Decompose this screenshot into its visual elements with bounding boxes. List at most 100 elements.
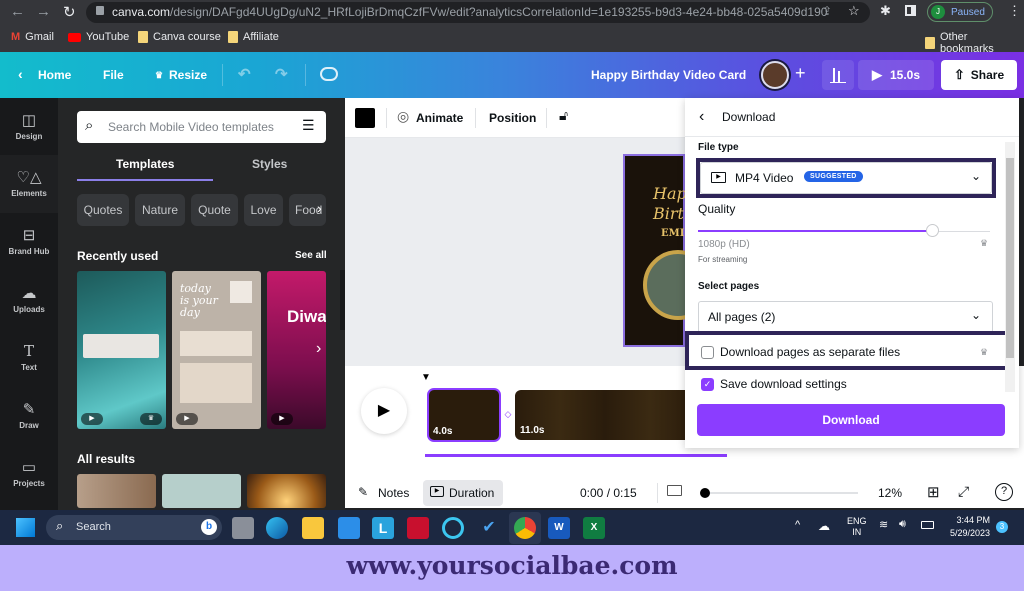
color-swatch[interactable] — [355, 108, 375, 128]
chip-quotes[interactable]: Quotes — [77, 194, 129, 226]
battery-icon[interactable] — [921, 521, 934, 529]
notification-badge[interactable]: 3 — [996, 521, 1008, 533]
scrollbar-track[interactable] — [1005, 142, 1015, 392]
chrome-icon[interactable] — [514, 517, 536, 539]
design-page[interactable]: Hap Birth EMI — [623, 154, 713, 347]
share-page-icon[interactable]: ⇪ — [822, 4, 832, 18]
rail-text[interactable]: T Text — [0, 342, 58, 372]
security-key-icon[interactable]: ✔ — [478, 517, 500, 539]
fullscreen-icon[interactable]: ⤢ — [958, 483, 969, 500]
onedrive-icon[interactable]: ☁ — [818, 519, 830, 533]
bookmark-affiliate[interactable]: Affiliate — [228, 31, 279, 43]
file-menu[interactable]: File — [103, 68, 124, 82]
task-view-icon[interactable] — [232, 517, 254, 539]
insights-button[interactable] — [822, 60, 854, 90]
mcafee-icon[interactable] — [407, 517, 429, 539]
result-thumb[interactable] — [77, 474, 156, 508]
bookmark-gmail[interactable]: M Gmail — [11, 31, 54, 43]
back-icon[interactable]: ← — [10, 3, 25, 20]
filter-icon[interactable]: ☰ — [302, 117, 315, 134]
tray-chevron-icon[interactable]: ^ — [795, 519, 800, 531]
quality-slider-thumb[interactable] — [926, 224, 939, 237]
language-indicator[interactable]: ENG IN — [847, 516, 867, 538]
bookmark-youtube[interactable]: YouTube — [68, 31, 129, 43]
grid-view-icon[interactable]: ⊞ — [927, 483, 940, 501]
download-button[interactable]: Download — [697, 404, 1005, 436]
mail-icon[interactable] — [338, 517, 360, 539]
template-thumb-today[interactable]: today is your day ▶ — [172, 271, 261, 429]
zoom-slider-thumb[interactable] — [700, 488, 710, 498]
zoom-slider[interactable] — [704, 492, 858, 494]
forward-icon[interactable]: → — [36, 3, 51, 20]
chip-nature[interactable]: Nature — [135, 194, 185, 226]
template-thumb-ocean[interactable]: ▶ ♛ — [77, 271, 166, 429]
wifi-icon[interactable]: ≋ — [879, 518, 888, 531]
rail-brand-hub[interactable]: ⊟ Brand Hub — [0, 226, 58, 256]
template-script-text: today is your day — [180, 282, 218, 319]
avatar[interactable] — [761, 61, 789, 89]
notes-button[interactable]: Notes — [378, 486, 409, 500]
duration-label: 15.0s — [889, 68, 921, 82]
word-icon[interactable]: W — [548, 517, 570, 539]
excel-icon[interactable]: X — [583, 517, 605, 539]
app-l-icon[interactable]: L — [372, 517, 394, 539]
scrollbar-thumb[interactable] — [1006, 158, 1014, 358]
chevron-right-icon[interactable]: › — [317, 200, 322, 216]
tab-styles[interactable]: Styles — [252, 157, 287, 171]
rail-design[interactable]: ◫ Design — [0, 111, 58, 141]
redo-icon[interactable]: ↷ — [275, 65, 288, 83]
edge-icon[interactable] — [266, 517, 288, 539]
rail-projects[interactable]: ▭ Projects — [0, 458, 58, 488]
see-all-link[interactable]: See all — [295, 250, 327, 261]
animate-button[interactable]: Animate — [416, 111, 463, 125]
taskbar-search[interactable]: ⌕ Search b — [46, 515, 222, 540]
chip-quote[interactable]: Quote — [191, 194, 238, 226]
profile-button[interactable]: J Paused — [927, 2, 993, 22]
search-input[interactable]: Search Mobile Video templates — [77, 111, 326, 143]
play-button[interactable]: ▶ — [361, 388, 407, 434]
rail-uploads[interactable]: ☁ Uploads — [0, 284, 58, 314]
star-icon[interactable]: ☆ — [848, 3, 860, 19]
add-collaborator-icon[interactable]: + — [795, 63, 806, 84]
page-view-icon[interactable] — [667, 485, 682, 496]
rail-draw[interactable]: ✎ Draw — [0, 400, 58, 430]
transition-icon[interactable]: ◇ — [501, 407, 515, 421]
help-icon[interactable]: ? — [995, 483, 1013, 501]
separate-files-checkbox[interactable] — [701, 346, 714, 359]
timeline-clip-1[interactable]: 4.0s — [427, 388, 501, 442]
undo-icon[interactable]: ↶ — [238, 65, 251, 83]
file-type-select[interactable]: ▶ MP4 Video SUGGESTED ⌄ — [700, 162, 992, 194]
pages-select[interactable]: All pages (2) ⌄ — [698, 301, 993, 333]
rail-elements[interactable]: ♡△ Elements — [0, 168, 58, 198]
save-settings-checkbox[interactable]: ✓ — [701, 378, 714, 391]
duration-button[interactable]: ▶ Duration — [423, 480, 503, 506]
clock[interactable]: 3:44 PM 5/29/2023 — [942, 514, 990, 540]
timeline-clip-2[interactable]: 11.0s — [515, 390, 695, 440]
alexa-icon[interactable] — [442, 517, 464, 539]
file-explorer-icon[interactable] — [302, 517, 324, 539]
chip-love[interactable]: Love — [244, 194, 283, 226]
bookmark-canva-course[interactable]: Canva course — [138, 31, 221, 43]
volume-icon[interactable]: 🔊︎ — [899, 518, 906, 531]
lock-icon[interactable]: 🔓︎ — [559, 107, 568, 124]
playhead-marker[interactable]: ▼ — [421, 372, 431, 383]
chevron-left-icon[interactable]: ‹ — [18, 66, 23, 82]
reload-icon[interactable]: ↻ — [63, 3, 76, 21]
tab-templates[interactable]: Templates — [116, 157, 174, 171]
windows-start-icon[interactable] — [16, 518, 35, 537]
design-title[interactable]: Happy Birthday Video Card — [591, 68, 746, 82]
address-bar[interactable]: canva.com/design/DAFgd4UUgDg/uN2_HRfLoji… — [86, 2, 870, 23]
resize-button[interactable]: Resize — [169, 68, 207, 82]
preview-play-button[interactable]: ▶ 15.0s — [858, 60, 934, 90]
sidepanel-icon[interactable] — [905, 5, 916, 16]
share-button[interactable]: ⇧ Share — [941, 60, 1017, 90]
carousel-next-icon[interactable]: › — [316, 340, 321, 358]
back-chevron-icon[interactable]: ‹ — [699, 108, 704, 126]
cloud-saved-icon[interactable] — [320, 67, 338, 81]
position-button[interactable]: Position — [489, 111, 536, 125]
extensions-icon[interactable]: ✱ — [880, 3, 891, 19]
result-thumb[interactable] — [247, 474, 326, 508]
home-button[interactable]: Home — [38, 68, 71, 82]
menu-icon[interactable]: ⋮ — [1008, 3, 1021, 19]
result-thumb[interactable] — [162, 474, 241, 508]
